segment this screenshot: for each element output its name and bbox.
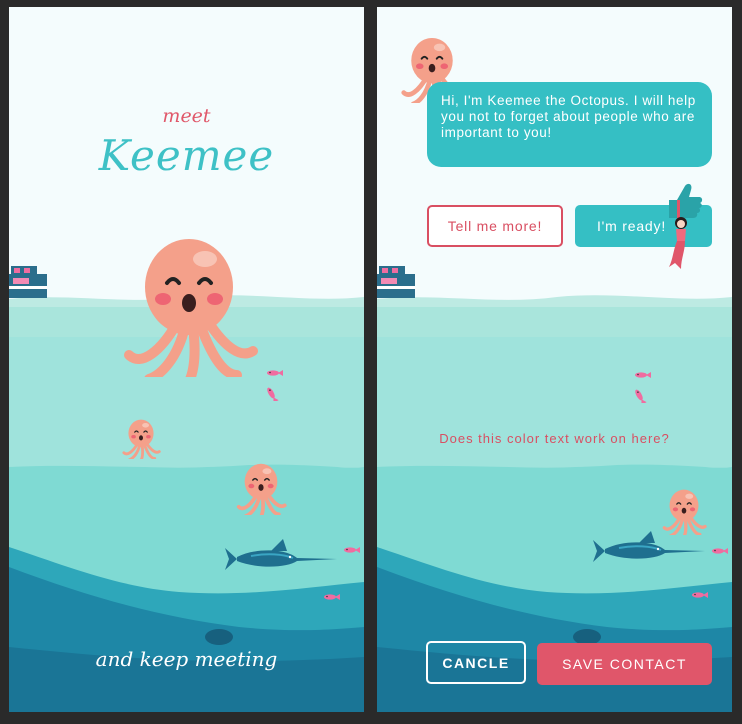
- octopus-icon: [236, 463, 287, 515]
- chat-screen: Hi, I'm Keemee the Octopus. I will help …: [377, 7, 732, 712]
- fish-icon: [344, 547, 360, 553]
- mermaid-icon: [669, 217, 687, 269]
- chat-bubble: Hi, I'm Keemee the Octopus. I will help …: [427, 82, 712, 167]
- meet-text: meet: [162, 105, 211, 127]
- app-title: Keemee: [98, 131, 275, 180]
- tell-me-more-button[interactable]: Tell me more!: [427, 205, 563, 247]
- tagline: and keep meeting: [95, 647, 278, 671]
- swordfish-icon: [224, 538, 337, 571]
- boat-icon: [9, 266, 47, 298]
- im-ready-label: I'm ready!: [596, 218, 667, 234]
- fish-icon: [692, 592, 708, 598]
- save-contact-button[interactable]: SAVE CONTACT: [537, 643, 712, 685]
- boat-icon: [377, 266, 415, 298]
- cancel-button[interactable]: CANCLE: [426, 641, 526, 684]
- swordfish-icon: [592, 530, 705, 563]
- fish-icon: [324, 594, 340, 600]
- fish-icon: [712, 548, 728, 554]
- octopus-icon: [122, 419, 161, 459]
- welcome-screen: meet Keemee and keep meeting: [9, 7, 364, 712]
- fish-icon: [265, 370, 283, 401]
- fish-icon: [633, 372, 651, 403]
- question-text: Does this color text work on here?: [439, 431, 670, 446]
- octopus-icon: [119, 237, 259, 377]
